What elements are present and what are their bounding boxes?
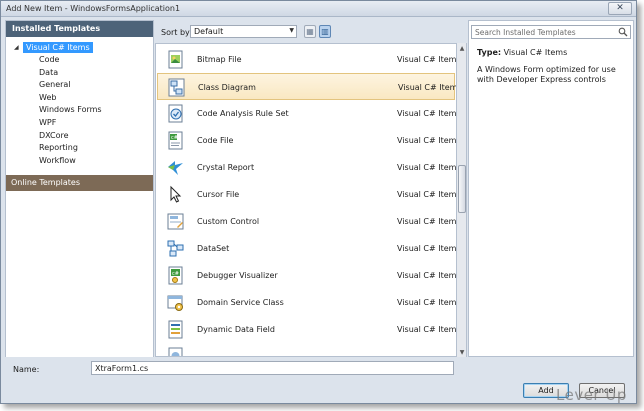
tree-node-web[interactable]: Web: [39, 93, 102, 106]
small-icons-view-button[interactable]: ▦: [304, 25, 316, 38]
type-label: Type:: [477, 48, 502, 57]
list-item[interactable]: c# Code File Visual C# Items: [157, 127, 457, 154]
item-name: Code File: [197, 136, 234, 145]
item-name: Custom Control: [197, 217, 260, 226]
type-line: Type: Visual C# Items: [477, 48, 567, 57]
cursor-file-icon: [170, 185, 182, 203]
type-value: Visual C# Items: [503, 48, 568, 57]
code-analysis-icon: [168, 104, 183, 123]
tree-node-visual-csharp-items[interactable]: ◢ Visual C# Items: [6, 41, 93, 53]
item-category: Visual C# Items: [397, 109, 457, 118]
svg-text:c#: c#: [171, 135, 178, 141]
tree-node-workflow[interactable]: Workflow: [39, 156, 102, 169]
item-name: DataSet: [197, 244, 230, 253]
item-category: Visual C# Items: [397, 298, 457, 307]
tree-node-label[interactable]: Visual C# Items: [23, 41, 93, 53]
tree-node-data[interactable]: Data: [39, 68, 102, 81]
item-name: Code Analysis Rule Set: [197, 109, 289, 118]
item-name: Domain Service Class: [197, 298, 284, 307]
item-category: Visual C# Items: [397, 217, 457, 226]
close-icon: ✕: [616, 3, 624, 13]
search-box[interactable]: [471, 25, 631, 39]
list-view-icon: ▥: [321, 27, 329, 36]
list-item[interactable]: Domain Service Class Visual C# Items: [157, 289, 457, 316]
item-name: Bitmap File: [197, 55, 242, 64]
list-item[interactable]: Cursor File Visual C# Items: [157, 181, 457, 208]
scroll-up-icon[interactable]: ▲: [457, 43, 467, 53]
code-file-icon: c#: [168, 131, 183, 150]
search-icon[interactable]: [618, 27, 628, 37]
item-category: Visual C# Items: [397, 163, 457, 172]
add-new-item-dialog: Add New Item - WindowsFormsApplication1 …: [0, 0, 637, 404]
debugger-visualizer-icon: c#: [168, 266, 183, 285]
watermark-text: Lever Up: [556, 386, 627, 404]
item-category: Visual C# Items: [397, 55, 457, 64]
template-list-scrollbar[interactable]: ▲ ▼: [457, 43, 467, 357]
bitmap-file-icon: [168, 50, 183, 69]
item-category: Visual C# Items: [397, 244, 457, 253]
list-item[interactable]: Crystal Report Visual C# Items: [157, 154, 457, 181]
title-bar: Add New Item - WindowsFormsApplication1 …: [1, 1, 636, 17]
list-view-button[interactable]: ▥: [319, 25, 331, 38]
tree-node-code[interactable]: Code: [39, 55, 102, 68]
tree-node-windows-forms[interactable]: Windows Forms: [39, 105, 102, 118]
dataset-icon: [167, 240, 184, 257]
expand-arrow-icon[interactable]: ◢: [14, 44, 20, 51]
crystal-report-icon: [168, 161, 183, 175]
sort-by-label: Sort by:: [161, 28, 192, 37]
installed-templates-header[interactable]: Installed Templates: [6, 21, 153, 37]
custom-control-icon: [167, 213, 184, 230]
tree-node-dxcore[interactable]: DXCore: [39, 131, 102, 144]
sort-by-dropdown[interactable]: Default ▼: [190, 25, 297, 38]
sort-by-value: Default: [194, 27, 224, 36]
item-name: Dynamic Data Field: [197, 325, 275, 334]
tree-node-wpf[interactable]: WPF: [39, 118, 102, 131]
left-pane-empty-area: [6, 191, 153, 357]
name-label: Name:: [13, 365, 40, 374]
list-item[interactable]: Bitmap File Visual C# Items: [157, 46, 457, 73]
item-category: Visual C# Items: [398, 83, 457, 92]
name-field[interactable]: [91, 361, 454, 375]
item-name: Cursor File: [197, 190, 240, 199]
template-list[interactable]: Bitmap File Visual C# Items Class Diagra…: [155, 43, 457, 357]
class-diagram-icon: [168, 78, 185, 97]
template-category-pane: Installed Templates ◢ Visual C# Items Co…: [5, 20, 154, 357]
tree-node-reporting[interactable]: Reporting: [39, 143, 102, 156]
sort-toolbar: Sort by: Default ▼ ▦ ▥: [155, 22, 465, 42]
scroll-down-icon[interactable]: ▼: [457, 347, 467, 357]
list-item[interactable]: Code Analysis Rule Set Visual C# Items: [157, 100, 457, 127]
html-page-icon: [168, 347, 183, 356]
template-description: A Windows Form optimized for use with De…: [477, 65, 616, 84]
small-icons-view-icon: ▦: [306, 27, 314, 36]
item-category: Visual C# Items: [397, 136, 457, 145]
item-name: Debugger Visualizer: [197, 271, 278, 280]
item-category: Visual C# Items: [397, 325, 457, 334]
scroll-thumb[interactable]: [458, 165, 466, 213]
search-input[interactable]: [472, 26, 617, 38]
chevron-down-icon: ▼: [289, 27, 294, 34]
item-name: Class Diagram: [198, 83, 256, 92]
list-item-partial[interactable]: [157, 343, 455, 356]
list-item[interactable]: DataSet Visual C# Items: [157, 235, 457, 262]
item-category: Visual C# Items: [397, 190, 457, 199]
dynamic-data-icon: [168, 320, 183, 339]
close-button[interactable]: ✕: [608, 2, 632, 15]
svg-text:c#: c#: [172, 271, 179, 277]
list-item[interactable]: Dynamic Data Field Visual C# Items: [157, 316, 457, 343]
online-templates-header[interactable]: Online Templates: [6, 175, 153, 191]
domain-service-icon: [167, 295, 183, 311]
tree-children: Code Data General Web Windows Forms WPF …: [39, 55, 102, 168]
list-item[interactable]: Custom Control Visual C# Items: [157, 208, 457, 235]
tree-node-general[interactable]: General: [39, 80, 102, 93]
dialog-title: Add New Item - WindowsFormsApplication1: [6, 4, 181, 13]
list-item-selected[interactable]: Class Diagram Visual C# Items: [157, 73, 457, 100]
list-item[interactable]: c# Debugger Visualizer Visual C# Items: [157, 262, 457, 289]
details-pane: Type: Visual C# Items A Windows Form opt…: [468, 20, 634, 357]
item-category: Visual C# Items: [397, 271, 457, 280]
item-name: Crystal Report: [197, 163, 255, 172]
